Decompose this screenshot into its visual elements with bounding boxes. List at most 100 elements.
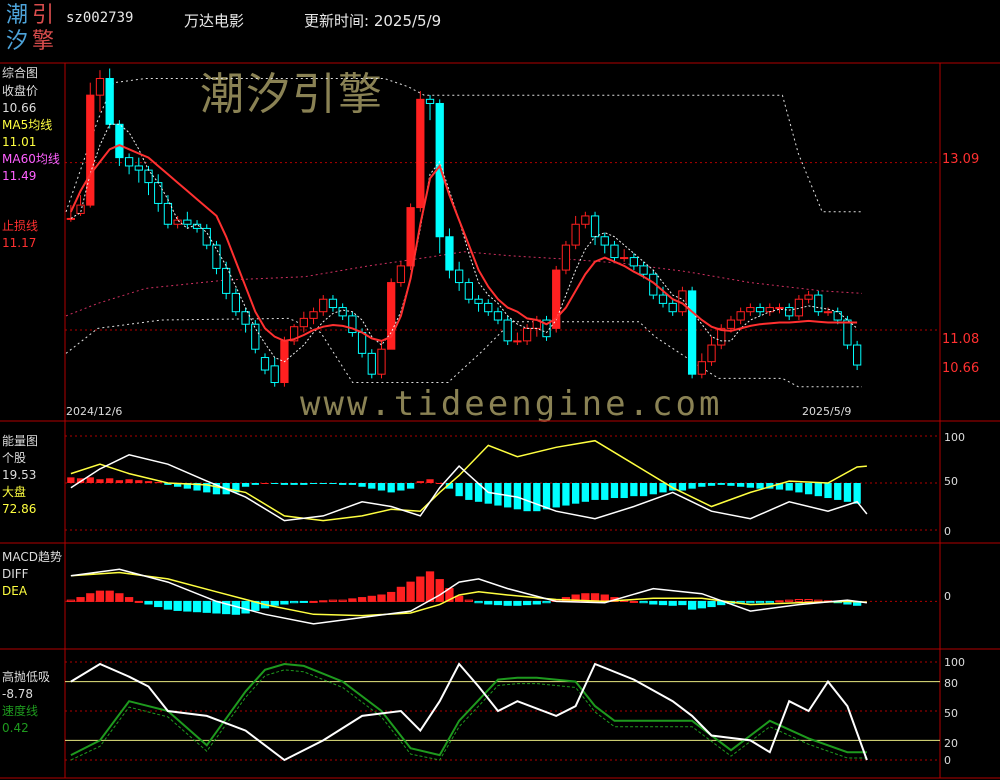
macd-bar: [697, 600, 706, 609]
energy-bar: [271, 483, 279, 484]
panel3-title: MACD趋势: [2, 550, 62, 564]
candle: [513, 340, 522, 343]
candle: [416, 98, 425, 209]
macd-bar: [367, 595, 376, 602]
candle: [687, 290, 697, 375]
macd-bar: [503, 600, 512, 606]
candle: [726, 319, 736, 329]
energy-bar: [86, 477, 94, 483]
candle: [522, 327, 532, 342]
energy-bar: [824, 483, 832, 499]
energy-bar: [135, 480, 143, 483]
energy-bar: [523, 483, 531, 512]
candle: [251, 323, 260, 350]
stock-energy-value: 19.53: [2, 468, 37, 482]
candle: [86, 94, 95, 206]
market-energy-label: 大盘: [2, 485, 27, 499]
energy-bar: [756, 483, 764, 489]
candle: [639, 265, 648, 275]
candle: [707, 344, 716, 363]
energy-bar: [610, 483, 619, 499]
ma5-value: 11.01: [2, 135, 37, 149]
candle: [95, 77, 105, 96]
energy-bar: [339, 483, 347, 485]
hs-tick: 20: [944, 737, 958, 750]
candle: [610, 244, 619, 259]
hs-tick: 50: [944, 707, 958, 720]
macd-bar: [134, 600, 143, 603]
macd-bar: [464, 599, 473, 602]
hs-tick: 100: [944, 656, 965, 669]
candle: [115, 123, 124, 159]
macd-bar: [357, 597, 367, 602]
candle: [144, 169, 153, 184]
candle: [755, 307, 765, 313]
energy-bar: [727, 483, 735, 486]
energy-bar: [261, 483, 269, 484]
energy-bar: [853, 483, 861, 504]
ma5-line: [70, 123, 858, 363]
candle: [629, 257, 639, 267]
macd-bar: [785, 599, 794, 602]
macd-bar: [435, 579, 444, 602]
hs-tick: 80: [944, 677, 958, 690]
energy-bar: [406, 483, 415, 489]
candle: [387, 282, 396, 350]
candle: [746, 307, 755, 313]
energy-bar: [329, 483, 337, 484]
macd-bar: [755, 600, 765, 604]
energy-bar: [785, 483, 793, 491]
macd-bar: [484, 600, 493, 605]
macd-bar: [202, 600, 211, 613]
energy-bar: [814, 483, 822, 497]
speed-line: [70, 662, 867, 757]
macd-tick: 0: [944, 590, 951, 603]
candle: [319, 298, 328, 313]
macd-bar: [105, 590, 114, 602]
energy-bar: [455, 483, 463, 497]
macd-bar: [124, 597, 134, 602]
diff-label: DIFF: [2, 567, 29, 581]
energy-bar: [698, 483, 706, 487]
candle: [814, 294, 823, 313]
macd-bar: [212, 600, 221, 614]
macd-bar: [348, 598, 357, 602]
close-value: 10.66: [2, 101, 37, 115]
upper-band: [65, 78, 862, 213]
macd-bar: [804, 599, 813, 602]
energy-bar: [280, 483, 289, 485]
candle: [377, 348, 386, 375]
market-energy-value: 72.86: [2, 502, 37, 516]
market-energy-line: [70, 439, 867, 522]
macd-bar: [289, 600, 299, 604]
candle: [241, 311, 250, 325]
macd-bar: [144, 600, 153, 605]
energy-bar: [717, 483, 725, 485]
candle: [328, 298, 338, 309]
macd-bar: [95, 590, 105, 602]
stock-chart: [0, 62, 1000, 779]
x-start-date: 2024/12/6: [66, 405, 123, 418]
energy-bar: [562, 483, 570, 506]
candle: [406, 207, 415, 267]
macd-bar: [154, 600, 163, 608]
candle: [338, 307, 347, 317]
macd-bar: [183, 600, 192, 612]
energy-bar: [397, 483, 405, 491]
macd-bar: [425, 571, 435, 602]
candle: [668, 302, 677, 313]
energy-bar: [300, 483, 308, 485]
macd-bar: [629, 600, 639, 603]
energy-bar: [746, 483, 755, 488]
candle: [260, 357, 270, 371]
macd-bar: [338, 599, 347, 602]
energy-bar: [290, 483, 298, 485]
candle: [212, 244, 221, 269]
candle: [154, 182, 163, 204]
energy-bar: [154, 482, 162, 484]
energy-bar: [737, 483, 745, 487]
energy-bar: [368, 483, 376, 489]
candle: [173, 219, 182, 225]
candle: [833, 311, 842, 321]
macd-bar: [192, 600, 202, 613]
